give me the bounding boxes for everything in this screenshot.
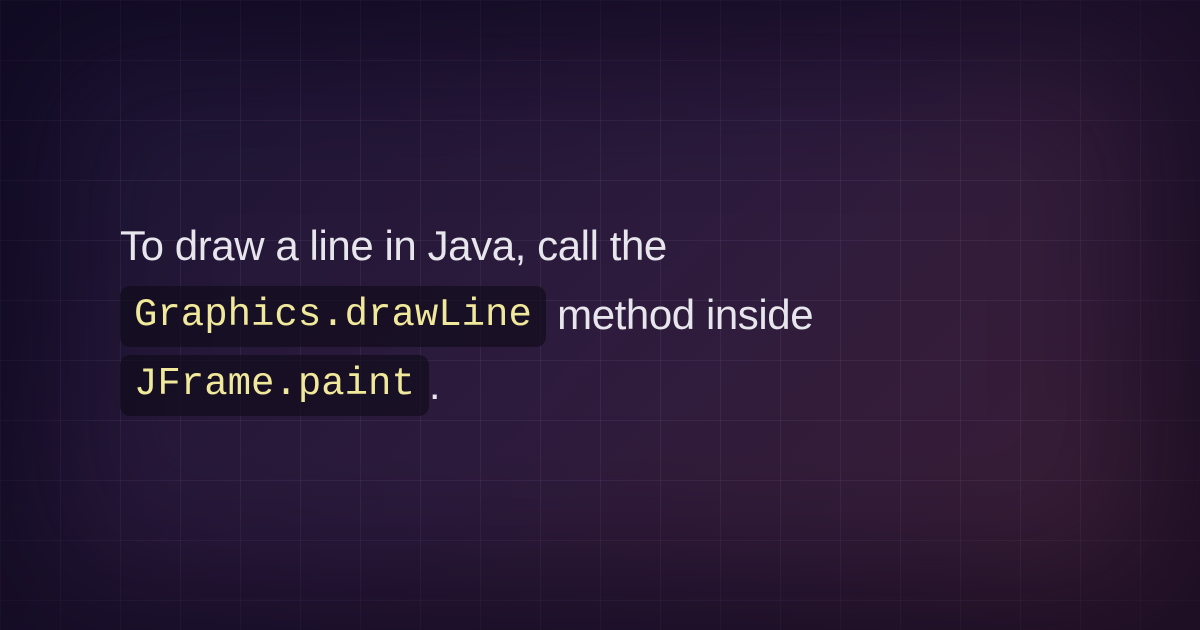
code-snippet-1: Graphics.drawLine — [120, 286, 546, 347]
text-segment-2: method inside — [546, 291, 813, 338]
code-snippet-2: JFrame.paint — [120, 355, 429, 416]
text-segment-3: . — [429, 361, 440, 408]
text-segment-1: To draw a line in Java, call the — [120, 222, 667, 269]
main-text: To draw a line in Java, call the Graphic… — [120, 211, 1080, 419]
